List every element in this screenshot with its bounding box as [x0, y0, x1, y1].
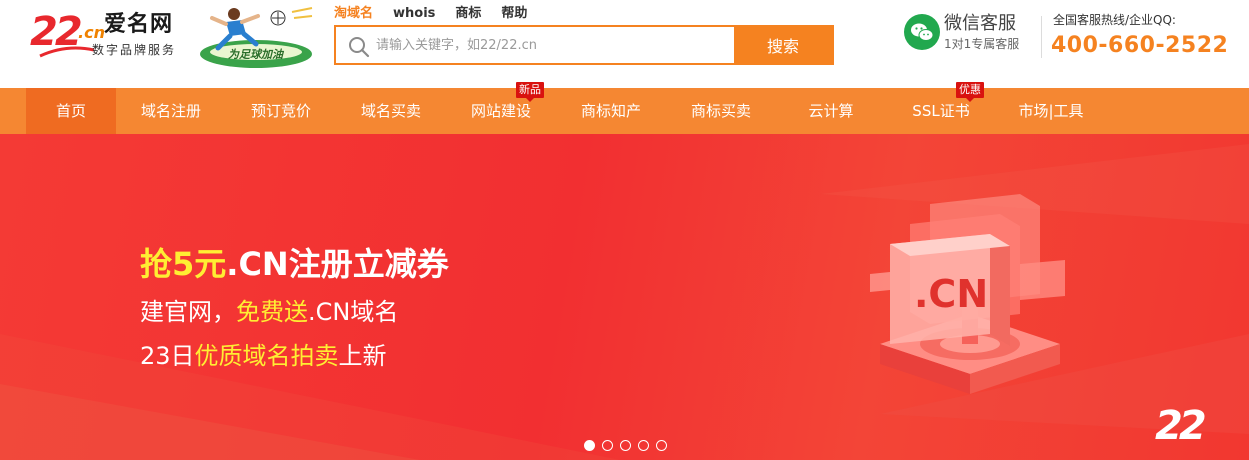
- topnav-item-whois[interactable]: whois: [393, 5, 435, 23]
- nav-item-label: 网站建设: [470, 102, 531, 120]
- nav-item-trademark-ip[interactable]: 商标知产: [566, 88, 656, 134]
- promo-text: 为足球加油: [228, 48, 283, 61]
- hotline-label: 全国客服热线/企业QQ:: [1053, 13, 1176, 27]
- carousel-dot-5[interactable]: [656, 440, 667, 451]
- nav-item-label: 域名注册: [140, 102, 201, 120]
- nav-item-cloud[interactable]: 云计算: [786, 88, 876, 134]
- carousel-dot-4[interactable]: [638, 440, 649, 451]
- site-logo[interactable]: 22 .cn 爱名网 数字品牌服务: [30, 8, 195, 64]
- search-icon: [349, 37, 370, 58]
- header-divider: [1041, 16, 1042, 58]
- topnav-item-domain[interactable]: 淘域名: [334, 5, 373, 23]
- cube-label: .CN: [914, 272, 988, 316]
- nav-item-label: 商标知产: [580, 102, 641, 120]
- banner-subline-2-highlight: 优质域名拍卖: [194, 342, 339, 370]
- football-promo-image[interactable]: 为足球加油: [196, 4, 318, 72]
- main-nav: 首页 域名注册 预订竞价 域名买卖 网站建设 新品 商标知产 商标买卖 云计算 …: [0, 82, 1249, 134]
- nav-item-label: 首页: [55, 102, 86, 120]
- banner-subline-1: 建官网，免费送.CN域名: [140, 296, 398, 328]
- logo-cn-suffix: .cn: [78, 23, 105, 42]
- nav-item-website-build[interactable]: 网站建设 新品: [456, 82, 546, 134]
- search-input[interactable]: [376, 27, 731, 63]
- wechat-title: 微信客服: [944, 13, 1016, 34]
- nav-item-domain-register[interactable]: 域名注册: [126, 88, 216, 134]
- banner-headline-highlight: 抢5元: [140, 245, 227, 283]
- topnav-item-help[interactable]: 帮助: [501, 5, 527, 23]
- hero-banner[interactable]: 抢5元.CN注册立减券 建官网，免费送.CN域名 23日优质域名拍卖上新 .CN…: [0, 134, 1249, 460]
- banner-subline-1-highlight: 免费送: [236, 298, 308, 326]
- nav-item-label: 商标买卖: [690, 102, 751, 120]
- banner-subline-2-a: 23日: [140, 342, 195, 370]
- brand-slogan: 数字品牌服务: [92, 43, 177, 57]
- cn-cube-illustration: .CN: [870, 194, 1065, 394]
- nav-item-trademark-trade[interactable]: 商标买卖: [676, 88, 766, 134]
- search-button[interactable]: 搜索: [734, 27, 832, 63]
- logo-swoosh-icon: [39, 46, 95, 58]
- nav-item-ssl[interactable]: SSL证书 优惠: [896, 82, 986, 134]
- banner-headline-rest: .CN注册立减券: [226, 245, 449, 283]
- nav-item-label: 域名买卖: [360, 102, 421, 120]
- wechat-service[interactable]: 微信客服 1对1专属客服: [904, 12, 1034, 56]
- nav-item-label: SSL证书: [912, 102, 970, 120]
- hotline-number[interactable]: 400-660-2522: [1051, 32, 1228, 60]
- nav-item-market-tools[interactable]: 市场|工具: [1006, 88, 1096, 134]
- carousel-dots: [584, 436, 674, 451]
- banner-subline-1-a: 建官网，: [140, 298, 236, 326]
- nav-item-booking-auction[interactable]: 预订竞价: [236, 88, 326, 134]
- banner-subline-1-b: .CN域名: [308, 298, 399, 326]
- nav-item-label: 预订竞价: [250, 102, 311, 120]
- carousel-dot-2[interactable]: [602, 440, 613, 451]
- discount-badge: 优惠: [956, 82, 984, 102]
- brand-name: 爱名网: [104, 12, 174, 37]
- carousel-dot-3[interactable]: [620, 440, 631, 451]
- nav-item-label: 云计算: [808, 102, 854, 120]
- topnav-item-trademark[interactable]: 商标: [455, 5, 481, 23]
- nav-item-label: 市场|工具: [1018, 102, 1084, 120]
- new-badge: 新品: [516, 82, 544, 102]
- banner-headline: 抢5元.CN注册立减券: [140, 244, 449, 284]
- site-header: 22 .cn 爱名网 数字品牌服务 为足球加油 淘域名 whois 商标 帮助: [0, 0, 1249, 88]
- nav-item-home[interactable]: 首页: [26, 88, 116, 134]
- banner-subline-2: 23日优质域名拍卖上新: [140, 340, 387, 372]
- wechat-subtitle: 1对1专属客服: [944, 37, 1020, 51]
- search-bar: 搜索: [334, 25, 834, 65]
- corner-logo: 22: [1155, 403, 1207, 449]
- wechat-icon: [904, 14, 940, 50]
- nav-item-domain-trade[interactable]: 域名买卖: [346, 88, 436, 134]
- carousel-dot-1[interactable]: [584, 440, 595, 451]
- banner-subline-2-b: 上新: [338, 342, 387, 370]
- top-nav: 淘域名 whois 商标 帮助: [334, 2, 547, 23]
